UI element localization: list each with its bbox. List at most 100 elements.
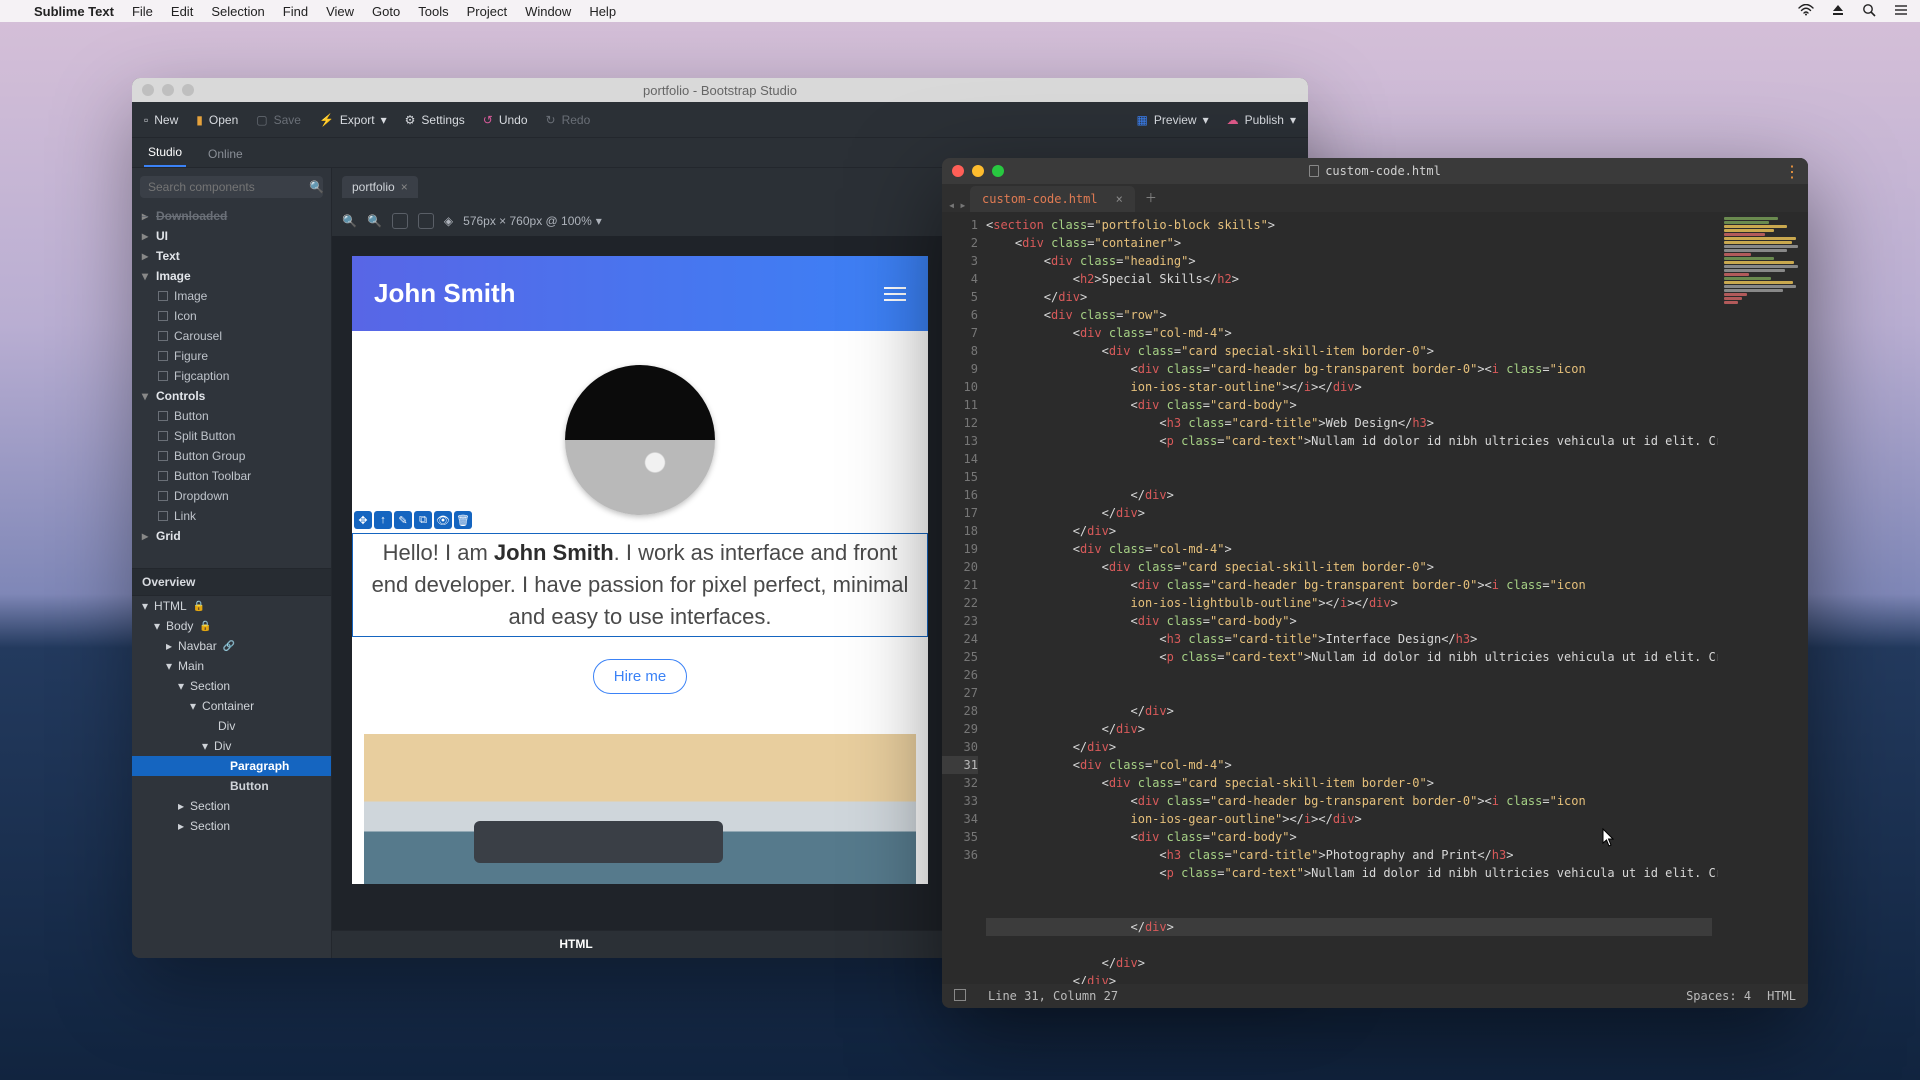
copy-icon[interactable]: ⧉ xyxy=(414,511,432,529)
ov-paragraph[interactable]: Paragraph xyxy=(132,756,331,776)
open-button[interactable]: ▮Open xyxy=(196,113,238,127)
component-icon[interactable]: Icon xyxy=(132,306,331,326)
edit-icon[interactable]: ✎ xyxy=(394,511,412,529)
bs-traffic-lights[interactable] xyxy=(142,84,194,96)
component-carousel[interactable]: Carousel xyxy=(132,326,331,346)
move-icon[interactable]: ✥ xyxy=(354,511,372,529)
code-editor[interactable]: <section class="portfolio-block skills">… xyxy=(986,212,1718,984)
chevron-right-icon[interactable]: ▸ xyxy=(959,198,966,212)
menu-find[interactable]: Find xyxy=(283,4,308,19)
spotlight-icon[interactable] xyxy=(1862,3,1876,20)
hamburger-icon[interactable] xyxy=(884,283,906,305)
hire-me-button[interactable]: Hire me xyxy=(593,659,688,694)
visibility-icon[interactable]: 👁 xyxy=(434,511,452,529)
tab-studio[interactable]: Studio xyxy=(144,139,186,167)
close-tab-icon[interactable]: × xyxy=(1116,192,1123,206)
ov-container[interactable]: ▾Container xyxy=(132,696,331,716)
group-grid[interactable]: ▸Grid xyxy=(132,526,331,546)
line-gutter[interactable]: 12345678910 111213141516171819 202122232… xyxy=(942,212,986,984)
st-menu-icon[interactable]: ⋮ xyxy=(1784,162,1800,181)
components-sidebar: 🔍 ▸Downloaded ▸UI ▸Text ▾Image Image Ico… xyxy=(132,168,332,958)
menu-project[interactable]: Project xyxy=(467,4,507,19)
eject-icon[interactable] xyxy=(1832,4,1844,19)
menu-edit[interactable]: Edit xyxy=(171,4,193,19)
component-figure[interactable]: Figure xyxy=(132,346,331,366)
group-text[interactable]: ▸Text xyxy=(132,246,331,266)
minimap[interactable] xyxy=(1718,212,1808,984)
ov-div-1[interactable]: Div xyxy=(132,716,331,736)
ov-section-1[interactable]: ▾Section xyxy=(132,676,331,696)
ov-main[interactable]: ▾Main xyxy=(132,656,331,676)
settings-button[interactable]: ⚙Settings xyxy=(405,113,465,127)
group-downloaded[interactable]: ▸Downloaded xyxy=(132,206,331,226)
search-components[interactable]: 🔍 xyxy=(140,176,323,198)
st-tab-file[interactable]: custom-code.html× xyxy=(970,186,1135,212)
menu-help[interactable]: Help xyxy=(589,4,616,19)
group-ui[interactable]: ▸UI xyxy=(132,226,331,246)
cloud-upload-icon: ☁ xyxy=(1227,113,1239,127)
publish-button[interactable]: ☁Publish▾ xyxy=(1227,113,1296,127)
save-button[interactable]: ▢Save xyxy=(256,113,301,127)
bs-titlebar[interactable]: portfolio - Bootstrap Studio xyxy=(132,78,1308,102)
component-figcaption[interactable]: Figcaption xyxy=(132,366,331,386)
st-status-lang[interactable]: HTML xyxy=(1767,989,1796,1003)
preview-canvas[interactable]: John Smith ✥ ↑ ✎ ⧉ 👁 🗑 xyxy=(352,256,928,884)
menu-file[interactable]: File xyxy=(132,4,153,19)
macos-menubar: Sublime Text File Edit Selection Find Vi… xyxy=(0,0,1920,22)
ov-button[interactable]: Button xyxy=(132,776,331,796)
component-button[interactable]: Button xyxy=(132,406,331,426)
layers-icon[interactable]: ◈ xyxy=(444,214,453,228)
ov-html[interactable]: ▾HTML🔒 xyxy=(132,596,331,616)
delete-icon[interactable]: 🗑 xyxy=(454,511,472,529)
menu-extras-icon[interactable] xyxy=(1894,4,1908,19)
undo-button[interactable]: ↺Undo xyxy=(483,113,528,127)
selection-toolbar[interactable]: ✥ ↑ ✎ ⧉ 👁 🗑 xyxy=(354,511,472,529)
bottom-tab-html[interactable]: HTML xyxy=(332,931,820,958)
selected-paragraph[interactable]: ✥ ↑ ✎ ⧉ 👁 🗑 Hello! I am John Smith. I wo… xyxy=(352,533,928,637)
app-name[interactable]: Sublime Text xyxy=(34,4,114,19)
group-image[interactable]: ▾Image xyxy=(132,266,331,286)
link-icon: 🔗 xyxy=(223,641,235,652)
ov-section-3[interactable]: ▸Section xyxy=(132,816,331,836)
component-split-button[interactable]: Split Button xyxy=(132,426,331,446)
component-button-toolbar[interactable]: Button Toolbar xyxy=(132,466,331,486)
wifi-icon[interactable] xyxy=(1798,4,1814,19)
chevron-down-icon: ▾ xyxy=(1203,113,1209,127)
menu-tools[interactable]: Tools xyxy=(418,4,448,19)
st-traffic-lights[interactable] xyxy=(952,165,1004,177)
component-image[interactable]: Image xyxy=(132,286,331,306)
ov-section-2[interactable]: ▸Section xyxy=(132,796,331,816)
canvas-size-dropdown[interactable]: 576px × 760px @ 100%▾ xyxy=(463,214,602,228)
st-titlebar[interactable]: custom-code.html ⋮ xyxy=(942,158,1808,184)
group-controls[interactable]: ▾Controls xyxy=(132,386,331,406)
ov-navbar[interactable]: ▸Navbar🔗 xyxy=(132,636,331,656)
search-input[interactable] xyxy=(148,180,303,194)
toggle-grid-icon[interactable] xyxy=(418,213,434,229)
tab-online[interactable]: Online xyxy=(204,141,247,167)
component-dropdown[interactable]: Dropdown xyxy=(132,486,331,506)
component-button-group[interactable]: Button Group xyxy=(132,446,331,466)
st-new-tab[interactable]: ＋ xyxy=(1135,183,1167,212)
chevron-left-icon[interactable]: ◂ xyxy=(948,198,955,212)
up-icon[interactable]: ↑ xyxy=(374,511,392,529)
menu-window[interactable]: Window xyxy=(525,4,571,19)
menu-selection[interactable]: Selection xyxy=(211,4,264,19)
document-tab[interactable]: portfolio× xyxy=(342,176,418,198)
close-tab-icon[interactable]: × xyxy=(401,180,408,194)
st-status-spaces[interactable]: Spaces: 4 xyxy=(1686,989,1751,1003)
ov-div-2[interactable]: ▾Div xyxy=(132,736,331,756)
overview-header[interactable]: Overview xyxy=(132,568,331,596)
component-link[interactable]: Link xyxy=(132,506,331,526)
menu-view[interactable]: View xyxy=(326,4,354,19)
menu-goto[interactable]: Goto xyxy=(372,4,400,19)
new-button[interactable]: ▫New xyxy=(144,113,178,127)
st-status-square[interactable] xyxy=(954,989,972,1004)
st-tab-nav[interactable]: ◂▸ xyxy=(948,198,966,212)
export-button[interactable]: ⚡Export▾ xyxy=(319,113,387,127)
preview-button[interactable]: ▦Preview▾ xyxy=(1137,113,1209,127)
ov-body[interactable]: ▾Body🔒 xyxy=(132,616,331,636)
zoom-in-icon[interactable]: 🔍 xyxy=(367,214,382,228)
toggle-outline-icon[interactable] xyxy=(392,213,408,229)
redo-button[interactable]: ↻Redo xyxy=(546,113,591,127)
zoom-out-icon[interactable]: 🔍 xyxy=(342,214,357,228)
